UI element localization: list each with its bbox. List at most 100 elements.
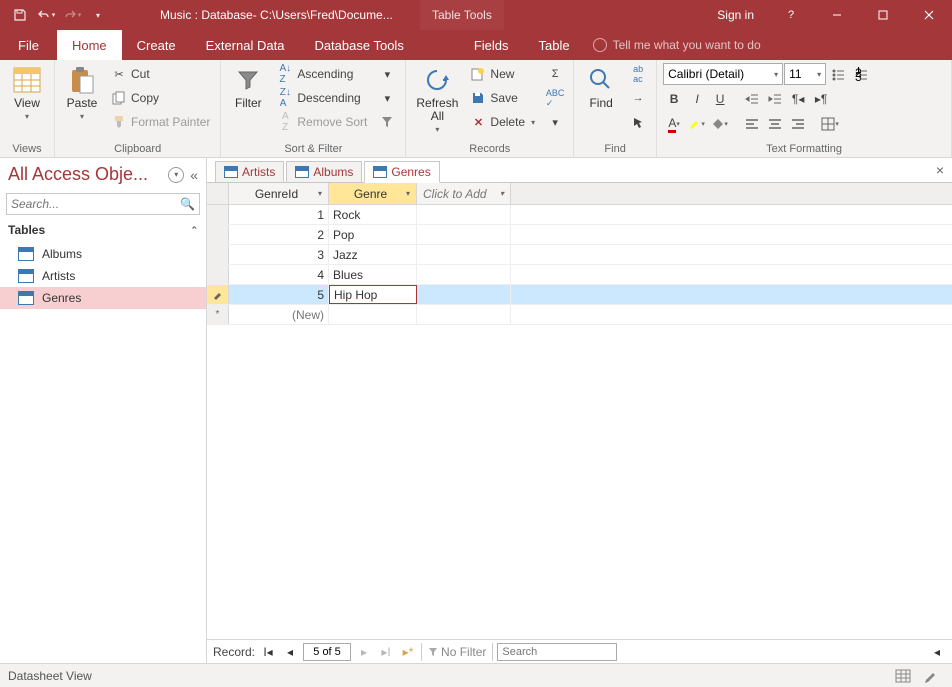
close-button[interactable]: [906, 0, 952, 30]
tab-fields[interactable]: Fields: [459, 30, 524, 60]
paste-button[interactable]: Paste ▾: [61, 63, 103, 123]
doctab-albums[interactable]: Albums: [286, 161, 362, 182]
row-selector[interactable]: [207, 285, 229, 304]
cell-genreid[interactable]: (New): [229, 305, 329, 324]
chevron-down-icon[interactable]: ▾: [500, 189, 504, 198]
font-combo[interactable]: Calibri (Detail)▾: [663, 63, 783, 85]
cell-genreid[interactable]: 2: [229, 225, 329, 244]
tab-create[interactable]: Create: [122, 30, 191, 60]
filter-indicator[interactable]: No Filter: [421, 643, 493, 661]
new-record-button[interactable]: New: [466, 63, 539, 85]
numbering-button[interactable]: 123: [850, 63, 872, 85]
cell-empty[interactable]: [417, 205, 511, 224]
cell-genreid[interactable]: 1: [229, 205, 329, 224]
highlight-button[interactable]: ▾: [686, 113, 708, 135]
more-records-button[interactable]: ▾: [543, 111, 567, 133]
redo-icon[interactable]: ▾: [60, 3, 84, 27]
nav-collapse-button[interactable]: «: [190, 167, 198, 183]
new-row[interactable]: *(New): [207, 305, 952, 325]
refresh-all-button[interactable]: Refresh All ▾: [412, 63, 462, 136]
view-button[interactable]: View ▾: [6, 63, 48, 123]
table-row[interactable]: 4Blues: [207, 265, 952, 285]
nav-group-tables[interactable]: Tables ⌃: [0, 217, 206, 243]
tab-external-data[interactable]: External Data: [191, 30, 300, 60]
fill-color-button[interactable]: ▾: [709, 113, 731, 135]
remove-sort-button[interactable]: AZRemove Sort: [273, 111, 371, 133]
column-header-genreid[interactable]: GenreId▾: [229, 183, 329, 204]
datasheet-view-btn[interactable]: [890, 666, 916, 686]
minimize-button[interactable]: [814, 0, 860, 30]
spelling-button[interactable]: ABC✓: [543, 87, 567, 109]
tab-file[interactable]: File: [0, 30, 57, 60]
nav-item-genres[interactable]: Genres: [0, 287, 206, 309]
cell-empty[interactable]: [417, 245, 511, 264]
bold-button[interactable]: B: [663, 88, 685, 110]
tab-home[interactable]: Home: [57, 30, 122, 60]
close-tab-button[interactable]: ×: [936, 162, 944, 178]
help-icon[interactable]: ?: [768, 0, 814, 30]
font-size-combo[interactable]: 11▾: [784, 63, 826, 85]
table-row[interactable]: 1Rock: [207, 205, 952, 225]
new-record-nav-button[interactable]: ▸*: [399, 643, 417, 661]
cell-genre[interactable]: Blues: [329, 265, 417, 284]
selection-filter-button[interactable]: ▾: [375, 63, 399, 85]
format-painter-button[interactable]: Format Painter: [107, 111, 214, 133]
cell-genre[interactable]: Hip Hop: [329, 285, 417, 304]
column-header-add[interactable]: Click to Add▾: [417, 183, 511, 204]
toggle-filter-button[interactable]: [375, 111, 399, 133]
sort-ascending-button[interactable]: A↓ZAscending: [273, 63, 371, 85]
hscroll-left[interactable]: ◂: [928, 643, 946, 661]
advanced-filter-button[interactable]: ▾: [375, 87, 399, 109]
save-icon[interactable]: [8, 3, 32, 27]
nav-pane-title[interactable]: All Access Obje...: [8, 164, 162, 185]
delete-record-button[interactable]: ✕Delete▾: [466, 111, 539, 133]
row-selector[interactable]: [207, 245, 229, 264]
cell-empty[interactable]: [417, 305, 511, 324]
sign-in-link[interactable]: Sign in: [703, 8, 768, 22]
cell-genreid[interactable]: 5: [229, 285, 329, 304]
font-color-button[interactable]: A▾: [663, 113, 685, 135]
record-search-input[interactable]: [497, 643, 617, 661]
tab-table[interactable]: Table: [524, 30, 585, 60]
save-record-button[interactable]: Save: [466, 87, 539, 109]
table-row[interactable]: 2Pop: [207, 225, 952, 245]
align-center-button[interactable]: [764, 113, 786, 135]
doctab-genres[interactable]: Genres: [364, 161, 439, 183]
chevron-down-icon[interactable]: ▾: [406, 189, 410, 198]
italic-button[interactable]: I: [686, 88, 708, 110]
undo-icon[interactable]: ▾: [34, 3, 58, 27]
tab-database-tools[interactable]: Database Tools: [299, 30, 418, 60]
tell-me-search[interactable]: Tell me what you want to do: [585, 30, 761, 60]
nav-item-albums[interactable]: Albums: [0, 243, 206, 265]
record-position-input[interactable]: [303, 643, 351, 661]
cell-genre[interactable]: Pop: [329, 225, 417, 244]
gridlines-button[interactable]: ▾: [819, 113, 841, 135]
cell-genre[interactable]: Rock: [329, 205, 417, 224]
nav-category-dropdown[interactable]: ▾: [168, 167, 184, 183]
sort-descending-button[interactable]: Z↓ADescending: [273, 87, 371, 109]
maximize-button[interactable]: [860, 0, 906, 30]
row-selector[interactable]: [207, 205, 229, 224]
find-button[interactable]: Find: [580, 63, 622, 112]
select-button[interactable]: [626, 111, 650, 133]
chevron-down-icon[interactable]: ▾: [318, 189, 322, 198]
increase-indent-button[interactable]: [764, 88, 786, 110]
filter-button[interactable]: Filter: [227, 63, 269, 112]
cell-genre[interactable]: [329, 305, 417, 324]
table-row[interactable]: 5Hip Hop: [207, 285, 952, 305]
qat-customize-icon[interactable]: ▾: [86, 3, 110, 27]
nav-search-input[interactable]: [11, 197, 180, 211]
last-record-button[interactable]: ▸I: [377, 643, 395, 661]
column-header-genre[interactable]: Genre▾: [329, 183, 417, 204]
row-selector[interactable]: [207, 225, 229, 244]
align-left-button[interactable]: [741, 113, 763, 135]
doctab-artists[interactable]: Artists: [215, 161, 284, 182]
cell-genreid[interactable]: 3: [229, 245, 329, 264]
cut-button[interactable]: ✂Cut: [107, 63, 214, 85]
ltr-button[interactable]: ¶◂: [787, 88, 809, 110]
goto-button[interactable]: →: [626, 87, 650, 109]
cell-genre[interactable]: Jazz: [329, 245, 417, 264]
cell-empty[interactable]: [417, 225, 511, 244]
align-right-button[interactable]: [787, 113, 809, 135]
totals-button[interactable]: Σ: [543, 63, 567, 85]
